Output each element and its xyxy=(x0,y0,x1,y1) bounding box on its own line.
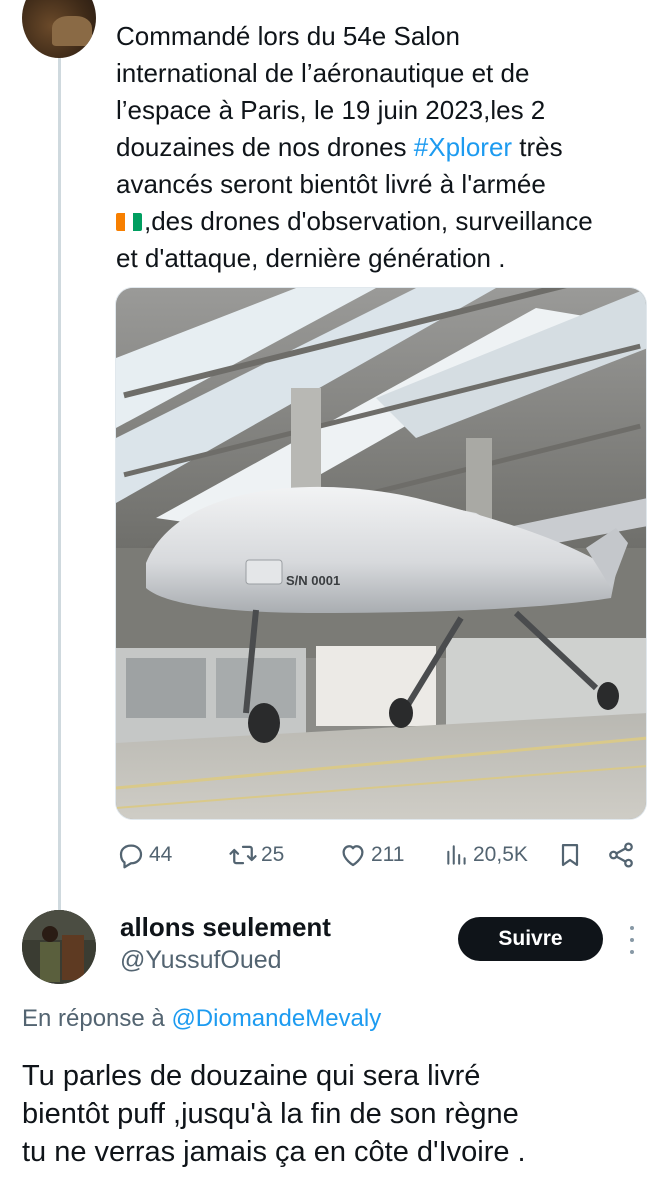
drone-serial-label: S/N 0001 xyxy=(286,573,340,588)
views-chart-icon xyxy=(447,845,466,865)
retweet-button[interactable]: 25 xyxy=(228,838,284,872)
reply-display-name[interactable]: allons seulement xyxy=(120,912,331,943)
reply-prefix-text: En réponse à xyxy=(22,1005,172,1032)
reply-icon xyxy=(119,844,143,869)
reply-body: Tu parles de douzaine qui sera livré bie… xyxy=(22,1057,662,1171)
share-icon xyxy=(609,842,633,868)
thread-connector-line xyxy=(58,52,61,910)
tweet-line: et d'attaque, dernière génération . xyxy=(116,243,506,273)
retweet-count: 25 xyxy=(261,843,285,866)
tweet-action-bar: 44 25 211 20,5K xyxy=(116,838,646,872)
tweet-media-image[interactable]: S/N 0001 xyxy=(115,287,647,820)
bookmark-icon xyxy=(561,843,579,867)
heart-icon xyxy=(342,845,364,867)
reply-line: bientôt puff ,jusqu'à la fin de son règn… xyxy=(22,1098,519,1130)
tweet-line: avancés seront bientôt livré à l'armée xyxy=(116,169,546,199)
like-count: 211 xyxy=(371,843,405,866)
hashtag-link[interactable]: #Xplorer xyxy=(414,132,512,162)
bookmark-button[interactable] xyxy=(556,838,584,872)
reply-line: Tu parles de douzaine qui sera livré xyxy=(22,1060,481,1092)
tweet-text-segment: très xyxy=(512,132,563,162)
reply-mention-link[interactable]: @DiomandeMevaly xyxy=(171,1005,381,1032)
reply-count: 44 xyxy=(149,843,173,866)
tweet-line: international de l’aéronautique et de xyxy=(116,58,530,88)
tweet-text-segment: ,des drones d'observation, surveillance xyxy=(144,206,593,236)
reply-author-avatar[interactable] xyxy=(22,910,96,984)
reply-line: tu ne verras jamais ça en côte d'Ivoire … xyxy=(22,1136,526,1168)
tweet-text-segment: douzaines de nos drones xyxy=(116,132,414,162)
tweet-line-with-hashtag: douzaines de nos drones #Xplorer très xyxy=(116,129,656,166)
more-options-icon[interactable] xyxy=(628,926,636,954)
reply-context: En réponse à @DiomandeMevaly xyxy=(22,1005,381,1033)
tweet-line: Commandé lors du 54e Salon xyxy=(116,21,460,51)
original-author-avatar[interactable] xyxy=(22,0,96,58)
retweet-icon xyxy=(229,845,257,865)
reply-handle[interactable]: @YussufOued xyxy=(120,946,282,975)
like-button[interactable]: 211 xyxy=(338,838,404,872)
tweet-line-with-flag: ,des drones d'observation, surveillance xyxy=(116,203,656,240)
cote-divoire-flag-icon xyxy=(116,213,142,231)
tweet-body: Commandé lors du 54e Salon international… xyxy=(116,18,656,277)
follow-button[interactable]: Suivre xyxy=(458,917,603,961)
views-count: 20,5K xyxy=(473,843,528,866)
views-button[interactable]: 20,5K xyxy=(444,838,528,872)
share-button[interactable] xyxy=(606,838,636,872)
tweet-line: l’espace à Paris, le 19 juin 2023,les 2 xyxy=(116,95,546,125)
reply-button[interactable]: 44 xyxy=(116,838,172,872)
